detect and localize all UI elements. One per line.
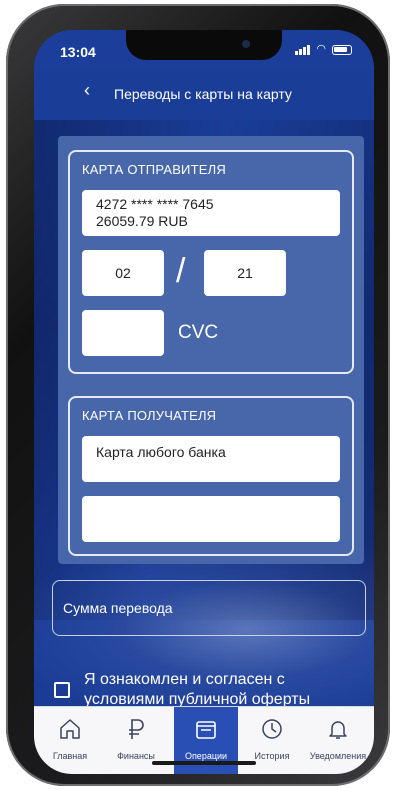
transfer-form-panel: КАРТА ОТПРАВИТЕЛЯ 4272 **** **** 7645 26…: [58, 136, 364, 564]
bell-icon: [329, 721, 347, 739]
amount-field[interactable]: Сумма перевода: [52, 580, 366, 636]
receiver-card-group: КАРТА ПОЛУЧАТЕЛЯ Карта любого банка: [68, 396, 354, 556]
cvc-field[interactable]: [82, 310, 164, 356]
tab-finance-label: Финансы: [117, 751, 155, 761]
battery-icon: [332, 44, 352, 55]
agreement-text[interactable]: Я ознакомлен и согласен с условиями публ…: [84, 670, 364, 710]
receiver-card-label: КАРТА ПОЛУЧАТЕЛЯ: [82, 408, 217, 423]
expiry-month-field[interactable]: 02: [82, 250, 164, 296]
phone-frame: 13:04 ◠ ‹ Переводы с карты на карту КАРТ…: [6, 4, 390, 786]
signal-icon: [295, 44, 311, 55]
sender-card-balance: 26059.79 RUB: [96, 213, 188, 229]
sender-card-select[interactable]: 4272 **** **** 7645 26059.79 RUB: [82, 190, 340, 236]
notch: [126, 30, 282, 60]
home-indicator: [152, 761, 256, 765]
status-icons: ◠: [295, 44, 352, 55]
ruble-icon: [129, 719, 144, 739]
back-chevron-icon[interactable]: ‹: [84, 80, 90, 101]
receiver-card-number-field[interactable]: [82, 496, 340, 542]
clock-icon: [262, 719, 282, 739]
camera: [242, 40, 250, 48]
tab-notifications-label: Уведомления: [309, 751, 367, 761]
sender-card-label: КАРТА ОТПРАВИТЕЛЯ: [82, 162, 226, 177]
app-screen: 13:04 ◠ ‹ Переводы с карты на карту КАРТ…: [34, 30, 374, 774]
expiry-separator: /: [176, 252, 186, 290]
sender-card-group: КАРТА ОТПРАВИТЕЛЯ 4272 **** **** 7645 26…: [68, 150, 354, 374]
tab-notifications[interactable]: Уведомления: [306, 707, 370, 774]
home-icon: [60, 719, 80, 739]
status-time: 13:04: [60, 44, 96, 60]
cvc-label: CVC: [178, 322, 219, 343]
wallet-icon: [196, 721, 216, 739]
tab-operations-label: Операции: [184, 751, 228, 761]
receiver-card-type-select[interactable]: Карта любого банка: [82, 436, 340, 482]
wifi-icon: ◠: [316, 43, 326, 55]
tab-history-label: История: [254, 751, 290, 761]
tab-home-label: Главная: [52, 751, 88, 761]
header: ‹ Переводы с карты на карту: [34, 80, 374, 110]
tab-home[interactable]: Главная: [38, 707, 102, 774]
sender-card-number: 4272 **** **** 7645: [96, 196, 214, 212]
expiry-year-field[interactable]: 21: [204, 250, 286, 296]
page-title: Переводы с карты на карту: [114, 86, 292, 102]
agreement-checkbox[interactable]: [54, 682, 70, 698]
